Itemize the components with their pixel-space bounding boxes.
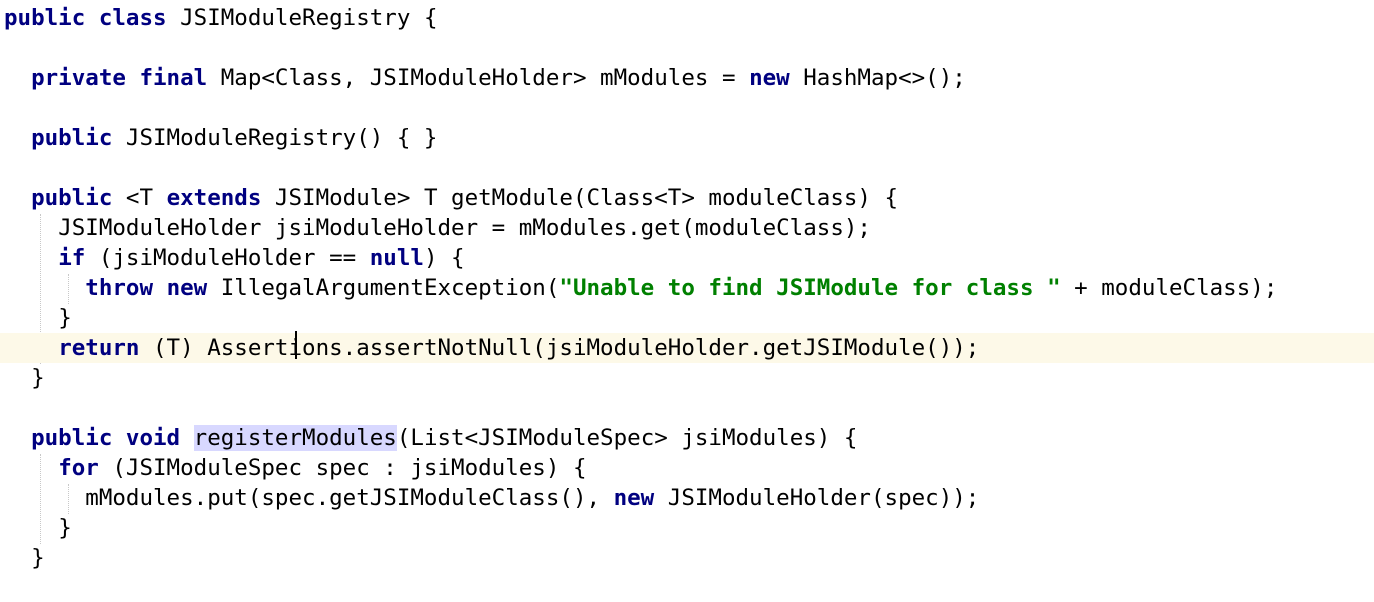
code-line[interactable]: if (jsiModuleHolder == null) {: [0, 243, 1374, 273]
code-text: JSIModuleHolder(spec));: [654, 485, 980, 511]
code-text: <T: [112, 185, 167, 211]
keyword: public: [31, 425, 113, 451]
keyword: public: [31, 185, 113, 211]
keyword: public: [4, 5, 86, 31]
keyword: public: [31, 125, 113, 151]
code-line[interactable]: private final Map<Class, JSIModuleHolder…: [0, 63, 1374, 93]
code-line[interactable]: }: [0, 543, 1374, 573]
code-line[interactable]: public <T extends JSIModule> T getModule…: [0, 183, 1374, 213]
code-text: }: [58, 305, 72, 331]
code-text: (List<JSIModuleSpec> jsiModules) {: [396, 425, 858, 451]
keyword: null: [369, 245, 424, 271]
keyword: for: [58, 455, 99, 481]
code-line[interactable]: JSIModuleHolder jsiModuleHolder = mModul…: [0, 213, 1374, 243]
code-text: ) {: [423, 245, 465, 271]
code-text: IllegalArgumentException(: [207, 275, 560, 301]
keyword: private: [31, 65, 126, 91]
code-text: Map<Class, JSIModuleHolder> mModules =: [207, 65, 750, 91]
keyword: if: [58, 245, 86, 271]
code-text: }: [31, 545, 45, 571]
keyword: new: [166, 275, 208, 301]
code-text: JSIModule> T getModule(Class<T> moduleCl…: [261, 185, 899, 211]
code-text: {: [410, 5, 438, 31]
code-line[interactable]: public class JSIModuleRegistry {: [0, 3, 1374, 33]
code-text: }: [58, 515, 72, 541]
code-line[interactable]: throw new IllegalArgumentException("Unab…: [0, 273, 1374, 303]
code-editor[interactable]: public class JSIModuleRegistry { private…: [0, 0, 1374, 602]
keyword: new: [613, 485, 655, 511]
code-text: HashMap<>();: [789, 65, 966, 91]
keyword: final: [139, 65, 208, 91]
keyword: extends: [166, 185, 262, 211]
code-line[interactable]: public JSIModuleRegistry() { }: [0, 123, 1374, 153]
string-literal: "Unable to find JSIModule for class ": [559, 275, 1061, 301]
code-line[interactable]: for (JSIModuleSpec spec : jsiModules) {: [0, 453, 1374, 483]
code-text: JSIModuleRegistry() { }: [112, 125, 438, 151]
code-text: }: [31, 365, 45, 391]
keyword: return: [58, 335, 140, 361]
code-text: (jsiModuleHolder ==: [85, 245, 370, 271]
code-line[interactable]: }: [0, 363, 1374, 393]
code-text: mModules.put(spec.getJSIModuleClass(),: [85, 485, 614, 511]
keyword: void: [125, 425, 181, 451]
keyword: new: [749, 65, 790, 91]
text-caret: [295, 331, 297, 359]
code-line[interactable]: }: [0, 513, 1374, 543]
code-text: + moduleClass);: [1060, 275, 1278, 301]
code-text: (T) Assertions.assertNotNull(jsiModuleHo…: [139, 335, 980, 361]
current-line[interactable]: return (T) Assertions.assertNotNull(jsiM…: [0, 333, 1374, 363]
code-line[interactable]: mModules.put(spec.getJSIModuleClass(), n…: [0, 483, 1374, 513]
code-line[interactable]: }: [0, 303, 1374, 333]
code-text: JSIModuleHolder jsiModuleHolder = mModul…: [58, 215, 871, 241]
keyword: throw: [85, 275, 154, 301]
class-name: JSIModuleRegistry: [180, 5, 411, 31]
highlighted-identifier[interactable]: registerModules: [193, 425, 397, 451]
keyword: class: [98, 5, 167, 31]
code-line[interactable]: public void registerModules(List<JSIModu…: [0, 423, 1374, 453]
code-text: (JSIModuleSpec spec : jsiModules) {: [98, 455, 587, 481]
